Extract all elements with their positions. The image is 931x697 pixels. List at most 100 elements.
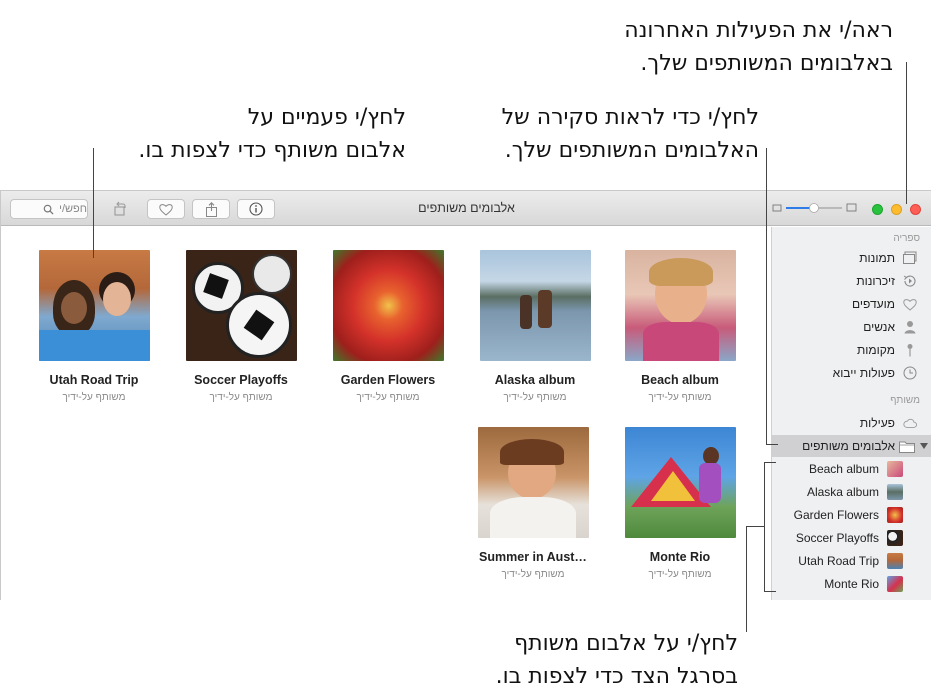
leader-line-double-click (93, 148, 94, 258)
sidebar-item-label: מועדפים (852, 297, 895, 311)
sidebar-item-label: Soccer Playoffs (795, 531, 879, 545)
album-thumbnail (887, 461, 903, 477)
callout-double-click-line1: לחץ/י פעמיים על (247, 105, 406, 130)
sidebar-album-garden-flowers[interactable]: Garden Flowers (772, 504, 931, 526)
sidebar-item-label: מקומות (857, 343, 895, 357)
callout-sidebar-click: לחץ/י על אלבום משותף בסרגל הצד כדי לצפות… (496, 627, 738, 693)
leader-line-activity (906, 62, 907, 204)
zoom-slider[interactable] (771, 198, 859, 218)
album-shared-by: משותף על-ידיך (503, 392, 567, 403)
album-thumbnail (887, 484, 903, 500)
album-soccer-playoffs[interactable]: Soccer Playoffs משותף על-ידיך (166, 250, 316, 403)
album-thumbnail (887, 553, 903, 569)
album-cover-beach (624, 250, 736, 361)
album-name: Utah Road Trip (49, 373, 139, 387)
album-name: Summer in Aust… (479, 550, 587, 564)
photos-window: חפש/י אלבומים משותפים Utah Road Trip משו… (0, 190, 931, 600)
album-monte-rio[interactable]: Monte Rio משותף על-ידיך (605, 427, 755, 580)
sidebar-item-label: אלבומים משותפים (802, 439, 895, 453)
sidebar-album-alaska[interactable]: Alaska album (772, 481, 931, 503)
album-cover-monte-rio (624, 427, 736, 538)
sidebar-album-soccer-playoffs[interactable]: Soccer Playoffs (772, 527, 931, 549)
album-name: Monte Rio (649, 550, 711, 564)
callout-overview-line2: האלבומים המשותפים שלך. (504, 138, 759, 163)
sidebar-album-utah-road-trip[interactable]: Utah Road Trip (772, 550, 931, 572)
callout-overview-line1: לחץ/י כדי לראות סקירה של (501, 105, 759, 130)
album-name: Soccer Playoffs (194, 373, 288, 387)
album-name: Garden Flowers (340, 373, 436, 387)
leader-bracket-vertical (764, 462, 765, 592)
album-name: Alaska album (494, 373, 576, 387)
sidebar-item-activity[interactable]: פעילות (772, 412, 931, 434)
sidebar-album-beach[interactable]: Beach album (772, 458, 931, 480)
large-photo-icon (846, 203, 857, 212)
sidebar-heading-library: ספריה (893, 233, 920, 244)
sidebar-item-label: פעילות (859, 416, 895, 430)
sidebar-item-label: פעולות ייבוא (832, 366, 895, 380)
callout-activity: ראה/י את הפעילות האחרונה באלבומים המשותפ… (624, 14, 893, 80)
callout-sidebar-click-line2: בסרגל הצד כדי לצפות בו. (495, 664, 738, 689)
album-alaska[interactable]: Alaska album משותף על-ידיך (460, 250, 610, 403)
callout-double-click-line2: אלבום משותף כדי לצפות בו. (138, 138, 406, 163)
album-cover-alaska (479, 250, 591, 361)
album-summer-in-australia[interactable]: Summer in Aust… משותף על-ידיך (458, 427, 608, 580)
sidebar: ספריה תמונות זיכרונות מועדפים אנשים מקומ… (771, 227, 931, 600)
album-thumbnail (887, 507, 903, 523)
cloud-icon (903, 416, 917, 430)
sidebar-item-label: אנשים (863, 320, 895, 334)
sidebar-item-places[interactable]: מקומות (772, 339, 931, 361)
leader-bracket-bottom (764, 591, 776, 592)
leader-line-overview (766, 148, 767, 444)
callout-overview: לחץ/י כדי לראות סקירה של האלבומים המשותפ… (502, 101, 759, 167)
sidebar-heading-shared: משותף (890, 395, 920, 406)
sidebar-item-label: Alaska album (806, 485, 879, 499)
album-thumbnail (887, 530, 903, 546)
pin-icon (903, 343, 917, 357)
sidebar-item-label: תמונות (859, 251, 895, 265)
zoom-slider-knob (809, 203, 819, 213)
album-shared-by: משותף על-ידיך (356, 392, 420, 403)
album-cover-soccer (185, 250, 297, 361)
album-beach[interactable]: Beach album משותף על-ידיך (605, 250, 755, 403)
callout-activity-line2: באלבומים המשותפים שלך. (640, 51, 893, 76)
sidebar-item-shared-albums[interactable]: אלבומים משותפים (772, 435, 931, 457)
sidebar-album-monte-rio[interactable]: Monte Rio (772, 573, 931, 595)
folder-icon (899, 439, 915, 453)
callout-sidebar-click-line1: לחץ/י על אלבום משותף (514, 631, 738, 656)
sidebar-item-memories[interactable]: זיכרונות (772, 270, 931, 292)
small-photo-icon (772, 204, 782, 212)
sidebar-item-label: Monte Rio (824, 577, 879, 591)
sidebar-item-label: Beach album (808, 462, 879, 476)
album-shared-by: משותף על-ידיך (209, 392, 273, 403)
album-utah-road-trip[interactable]: Utah Road Trip משותף על-ידיך (19, 250, 169, 403)
callout-double-click: לחץ/י פעמיים על אלבום משותף כדי לצפות בו… (138, 101, 406, 167)
leader-line-overview-tick (766, 444, 778, 445)
album-cover-utah (38, 250, 150, 361)
clock-icon (903, 366, 917, 380)
album-garden-flowers[interactable]: Garden Flowers משותף על-ידיך (313, 250, 463, 403)
heart-icon (903, 297, 917, 311)
sidebar-item-label: Utah Road Trip (798, 554, 879, 568)
close-window-button[interactable] (910, 204, 921, 215)
album-name: Beach album (641, 373, 719, 387)
zoom-window-button[interactable] (872, 204, 883, 215)
photos-icon (903, 251, 917, 265)
album-shared-by: משותף על-ידיך (501, 569, 565, 580)
sidebar-item-imports[interactable]: פעולות ייבוא (772, 362, 931, 384)
sidebar-item-photos[interactable]: תמונות (772, 247, 931, 269)
disclosure-triangle-icon[interactable] (919, 439, 929, 453)
album-thumbnail (887, 576, 903, 592)
sidebar-item-people[interactable]: אנשים (772, 316, 931, 338)
leader-line-sidebar-click (746, 526, 747, 632)
sidebar-item-favorites[interactable]: מועדפים (772, 293, 931, 315)
album-shared-by: משותף על-ידיך (648, 569, 712, 580)
leader-bracket-stem (746, 526, 764, 527)
sidebar-item-label: זיכרונות (856, 274, 895, 288)
album-cover-summer (477, 427, 589, 538)
sidebar-item-label: Garden Flowers (793, 508, 879, 522)
minimize-window-button[interactable] (891, 204, 902, 215)
person-icon (903, 320, 917, 334)
title-bar: חפש/י אלבומים משותפים (1, 191, 931, 226)
album-shared-by: משותף על-ידיך (62, 392, 126, 403)
leader-bracket-top (764, 462, 776, 463)
